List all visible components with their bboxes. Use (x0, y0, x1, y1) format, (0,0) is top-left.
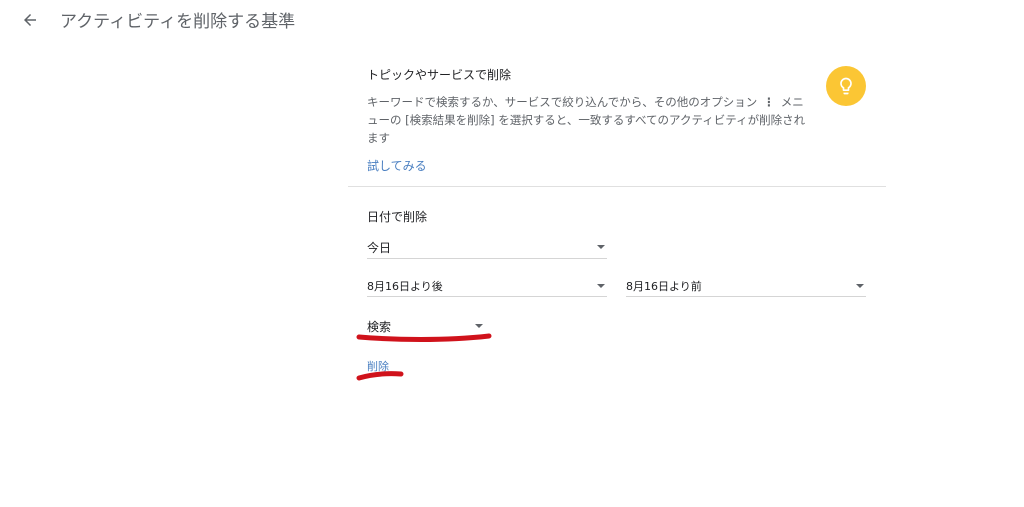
after-date-select[interactable]: 8月16日より後 (367, 276, 607, 297)
product-value: 検索 (367, 319, 392, 334)
description-text-part1: キーワードで検索するか、サービスで絞り込んでから、その他のオプション (367, 95, 758, 109)
try-it-link[interactable]: 試してみる (367, 157, 427, 174)
after-date-value: 8月16日より後 (367, 280, 443, 293)
more-vert-icon: ⋮ (763, 95, 775, 109)
section-divider (348, 186, 886, 187)
dropdown-arrow-icon (475, 324, 483, 328)
page-title: アクティビティを削除する基準 (60, 12, 296, 32)
before-date-select[interactable]: 8月16日より前 (626, 276, 866, 297)
delete-link[interactable]: 削除 (367, 358, 389, 374)
date-range-value: 今日 (367, 240, 392, 255)
tip-badge (826, 66, 866, 106)
dropdown-arrow-icon (856, 284, 864, 288)
topic-section-title: トピックやサービスで削除 (367, 68, 512, 82)
lightbulb-icon (840, 77, 852, 95)
topic-description: キーワードで検索するか、サービスで絞り込んでから、その他のオプション ⋮ メニューの… (367, 93, 807, 147)
product-select[interactable]: 検索 (367, 316, 485, 336)
back-button[interactable] (18, 8, 42, 32)
dropdown-arrow-icon (597, 284, 605, 288)
arrow-back-icon (24, 14, 36, 26)
date-section-title: 日付で削除 (367, 210, 428, 224)
date-range-select[interactable]: 今日 (367, 236, 607, 259)
before-date-value: 8月16日より前 (626, 280, 702, 293)
dropdown-arrow-icon (597, 245, 605, 249)
